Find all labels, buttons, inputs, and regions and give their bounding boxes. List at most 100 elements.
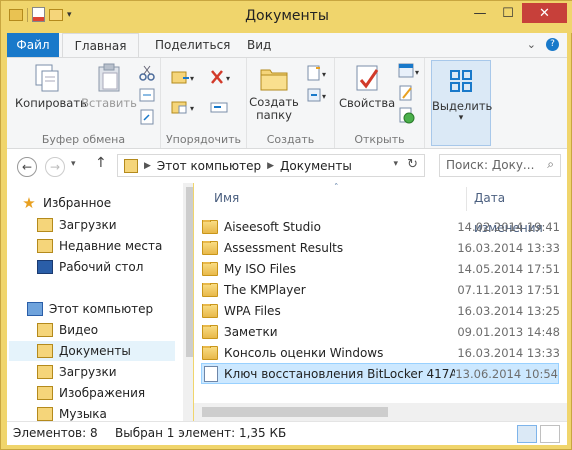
videos-folder-icon <box>37 323 53 337</box>
refresh-icon[interactable]: ↻ <box>407 157 418 172</box>
nav-this-pc[interactable]: Этот компьютер <box>27 299 193 319</box>
open-icon[interactable]: ▾ <box>397 62 423 80</box>
nav-videos[interactable]: Видео <box>37 320 193 340</box>
ribbon-tabs: Файл Главная Поделиться Вид ⌄ ? <box>7 33 567 57</box>
new-folder-label: Создать папку <box>249 95 299 122</box>
maximize-button[interactable]: ☐ <box>494 3 522 23</box>
nav-favorites[interactable]: ★ Избранное <box>21 193 189 213</box>
address-dropdown-icon[interactable]: ▾ <box>393 159 398 169</box>
folder-icon <box>202 345 218 360</box>
tab-view[interactable]: Вид <box>237 33 281 57</box>
group-clipboard-label: Буфер обмена <box>41 133 126 146</box>
copy-button[interactable]: Копировать <box>15 62 87 110</box>
select-button[interactable]: Выделить ▾ <box>432 65 492 123</box>
horizontal-scrollbar[interactable] <box>194 403 567 421</box>
file-row[interactable]: Aiseesoft Studio 14.02.2014 19:41 <box>202 216 560 237</box>
select-grid-icon <box>445 65 477 97</box>
group-new-label: Создать <box>266 133 315 146</box>
file-row[interactable]: Заметки 09.01.2013 14:48 <box>202 321 560 342</box>
nav-desktop[interactable]: Рабочий стол <box>37 257 193 277</box>
recent-places-icon <box>37 239 53 253</box>
file-row[interactable]: My ISO Files 14.05.2014 17:51 <box>202 258 560 279</box>
file-name: The KMPlayer <box>224 282 306 297</box>
pictures-folder-icon <box>37 386 53 400</box>
new-folder-icon <box>258 62 290 94</box>
group-open: Свойства ▾ Открыть <box>335 58 425 148</box>
nav-scrollbar[interactable] <box>183 183 193 421</box>
folder-icon <box>202 219 218 234</box>
nav-music[interactable]: Музыка <box>37 404 193 421</box>
file-row[interactable]: Assessment Results 16.03.2014 13:33 <box>202 237 560 258</box>
new-folder-button[interactable]: Создать папку <box>249 62 299 122</box>
column-name-header[interactable]: Имя <box>214 183 239 213</box>
delete-icon[interactable]: ▾ <box>209 68 235 86</box>
column-date-header[interactable]: Дата изменения <box>474 183 567 235</box>
nav-scroll-thumb[interactable] <box>186 187 193 357</box>
documents-folder-icon <box>37 344 53 358</box>
file-row[interactable]: WPA Files 16.03.2014 13:25 <box>202 300 560 321</box>
large-icons-view-icon[interactable] <box>540 425 560 443</box>
tab-file[interactable]: Файл <box>7 33 59 57</box>
details-view-icon[interactable] <box>517 425 537 443</box>
nav-recent-places[interactable]: Недавние места <box>37 236 193 256</box>
folder-icon <box>202 324 218 339</box>
nav-downloads-pc[interactable]: Загрузки <box>37 362 193 382</box>
explorer-window: ▾ Документы — ☐ ✕ Файл Главная Поделитьс… <box>0 0 572 450</box>
file-row[interactable]: Консоль оценки Windows 16.03.2014 13:33 <box>202 342 560 363</box>
ribbon-expand-icon[interactable]: ⌄ <box>527 38 536 51</box>
paste-shortcut-icon[interactable] <box>138 108 156 126</box>
close-button[interactable]: ✕ <box>522 3 567 23</box>
breadcrumb-documents[interactable]: Документы <box>280 159 352 173</box>
rename-icon[interactable] <box>209 98 231 116</box>
copy-icon <box>31 62 63 94</box>
easy-access-icon[interactable]: ▾ <box>305 86 331 104</box>
star-icon: ★ <box>22 194 36 212</box>
recent-locations-icon[interactable]: ▾ <box>71 159 76 169</box>
nav-item-label: Видео <box>59 323 99 337</box>
horizontal-scroll-thumb[interactable] <box>202 407 388 417</box>
nav-pictures[interactable]: Изображения <box>37 383 193 403</box>
file-name: Aiseesoft Studio <box>224 219 321 234</box>
ribbon-home: Копировать Вставить Буфер обмена ▾ ▾ ▾ У… <box>7 57 567 149</box>
title-bar: ▾ Документы — ☐ ✕ <box>1 1 572 33</box>
move-to-icon[interactable]: ▾ <box>171 68 197 86</box>
address-bar[interactable]: ▶ Этот компьютер ▶ Документы ▾ ↻ <box>117 154 425 177</box>
file-row-selected[interactable]: Ключ восстановления BitLocker 417A78... … <box>201 363 559 384</box>
nav-item-label: Недавние места <box>59 239 163 253</box>
file-date: 14.05.2014 17:51 <box>457 261 560 276</box>
back-arrow-icon: ← <box>21 160 33 174</box>
file-date: 13.06.2014 10:54 <box>455 366 558 381</box>
new-item-icon[interactable]: ▾ <box>305 64 331 82</box>
help-icon[interactable]: ? <box>546 38 559 51</box>
nav-documents[interactable]: Документы <box>9 341 175 361</box>
file-row[interactable]: The KMPlayer 07.11.2013 17:51 <box>202 279 560 300</box>
edit-icon[interactable] <box>397 84 415 102</box>
sort-ascending-icon: ˄ <box>334 183 339 193</box>
forward-arrow-icon: → <box>49 160 61 174</box>
copy-label: Копировать <box>15 96 87 110</box>
nav-downloads-fav[interactable]: Загрузки <box>37 215 193 235</box>
forward-button[interactable]: → <box>45 157 65 177</box>
file-date: 07.11.2013 17:51 <box>457 282 560 297</box>
computer-icon <box>27 302 43 316</box>
up-arrow-icon[interactable]: ↑ <box>95 155 107 171</box>
cut-icon[interactable] <box>138 64 156 82</box>
nav-item-label: Рабочий стол <box>59 260 144 274</box>
search-input[interactable]: Поиск: Доку... ⌕ <box>439 154 561 177</box>
back-button[interactable]: ← <box>17 157 37 177</box>
address-row: ← → ▾ ↑ ▶ Этот компьютер ▶ Документы ▾ ↻… <box>7 149 567 183</box>
copy-to-icon[interactable]: ▾ <box>171 98 197 116</box>
minimize-button[interactable]: — <box>466 3 494 23</box>
music-folder-icon <box>37 407 53 421</box>
paste-button[interactable]: Вставить <box>81 62 137 110</box>
copy-path-icon[interactable] <box>138 86 156 104</box>
breadcrumb-this-pc[interactable]: Этот компьютер <box>157 159 261 173</box>
tab-share[interactable]: Поделиться <box>145 33 240 57</box>
svg-text:▾: ▾ <box>415 68 419 77</box>
status-selection: Выбран 1 элемент: 1,35 КБ <box>115 426 287 440</box>
breadcrumb-chevron-icon: ▶ <box>267 160 275 171</box>
history-icon[interactable] <box>397 106 415 124</box>
paste-icon <box>93 62 125 94</box>
tab-home[interactable]: Главная <box>62 33 139 57</box>
properties-button[interactable]: Свойства <box>339 62 395 110</box>
